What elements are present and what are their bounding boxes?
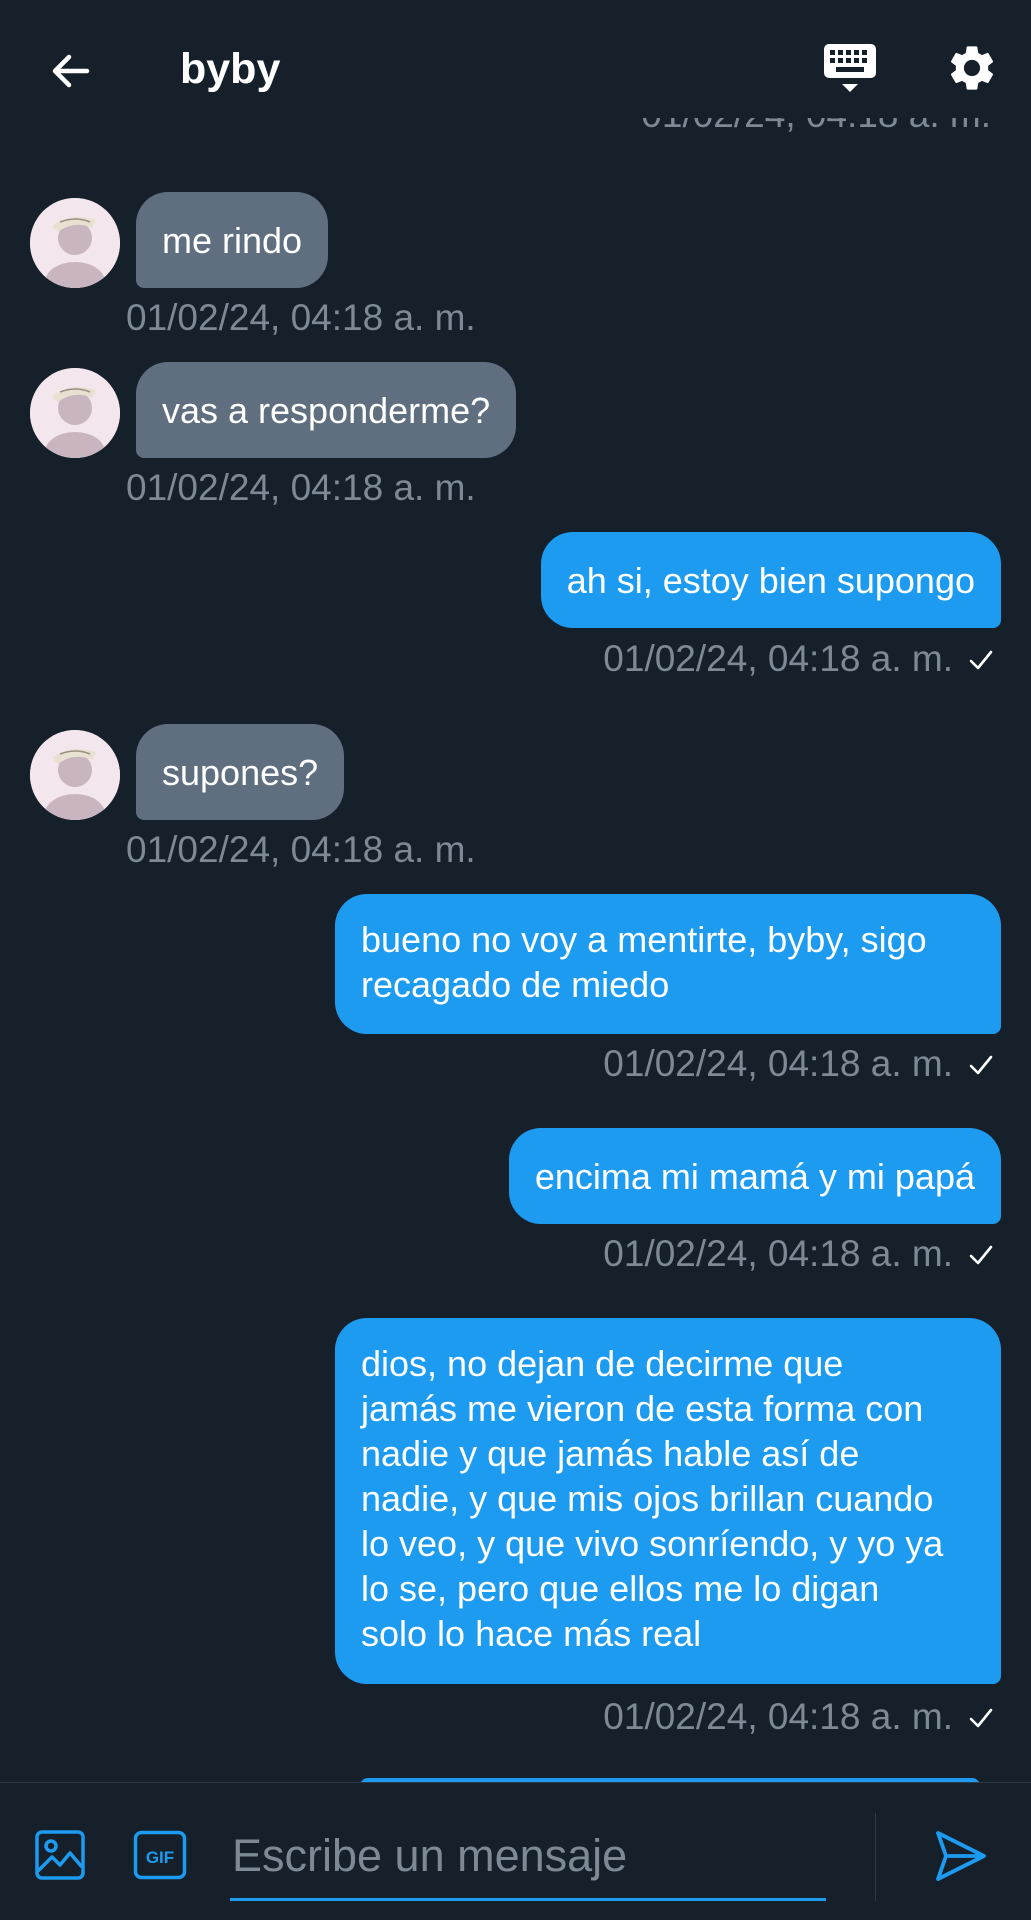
message-timestamp: 01/02/24, 04:18 a. m. bbox=[126, 467, 476, 508]
message-list[interactable]: me rindo 01/02/24, 04:18 a. m. vas a res… bbox=[0, 138, 1031, 1782]
check-icon bbox=[969, 1245, 993, 1265]
composer-divider bbox=[875, 1813, 876, 1901]
message-input[interactable] bbox=[230, 1813, 826, 1901]
check-icon bbox=[969, 1055, 993, 1075]
incoming-message-bubble[interactable]: supones? bbox=[136, 724, 345, 820]
message-text: bueno no voy a mentirte, byby, sigo reca… bbox=[361, 919, 927, 1005]
message-timestamp: 01/02/24, 04:18 a. m. bbox=[603, 1696, 953, 1737]
keyboard-button[interactable] bbox=[818, 36, 882, 100]
avatar-image bbox=[30, 198, 120, 288]
settings-button[interactable] bbox=[940, 36, 1004, 100]
message-timestamp: 01/02/24, 04:18 a. m. bbox=[603, 1043, 953, 1084]
back-arrow-icon bbox=[52, 54, 90, 88]
message-timestamp: 01/02/24, 04:18 a. m. bbox=[603, 638, 953, 679]
message-timestamp: 01/02/24, 04:18 a. m. bbox=[603, 1233, 953, 1274]
outgoing-message-bubble[interactable]: dios, no dejan de decirme que jamás me v… bbox=[335, 1318, 1001, 1684]
message-text: vas a responderme? bbox=[162, 389, 491, 431]
svg-text:GIF: GIF bbox=[146, 1848, 174, 1867]
conversation-title[interactable]: byby bbox=[180, 40, 280, 98]
gif-icon[interactable]: GIF bbox=[133, 1830, 187, 1880]
image-icon[interactable] bbox=[34, 1829, 86, 1881]
outgoing-message-bubble[interactable]: ah si, estoy bien supongo bbox=[540, 532, 1001, 628]
message-timestamp: 01/02/24, 04:18 a. m. bbox=[126, 829, 476, 870]
check-icon bbox=[969, 650, 993, 670]
gear-icon bbox=[950, 46, 994, 90]
incoming-message-bubble[interactable]: me rindo bbox=[136, 192, 329, 288]
keyboard-icon bbox=[824, 44, 876, 92]
avatar[interactable] bbox=[30, 730, 120, 820]
chat-header: byby 01/02/24, 04:18 a. m. bbox=[0, 0, 1031, 138]
message-text: encima mi mamá y mi papá bbox=[534, 1155, 975, 1197]
message-timestamp: 01/02/24, 04:18 a. m. bbox=[126, 297, 476, 338]
outgoing-message-bubble[interactable]: encima mi mamá y mi papá bbox=[508, 1128, 1001, 1224]
message-text: me rindo bbox=[162, 219, 303, 261]
avatar[interactable] bbox=[30, 198, 120, 288]
back-button[interactable] bbox=[36, 36, 106, 106]
message-text: ah si, estoy bien supongo bbox=[566, 559, 975, 601]
avatar-image bbox=[30, 730, 120, 820]
message-text: dios, no dejan de decirme que jamás me v… bbox=[361, 1343, 944, 1654]
send-icon[interactable] bbox=[932, 1827, 990, 1885]
incoming-message-bubble[interactable]: vas a responderme? bbox=[136, 362, 517, 458]
scrolled-timestamp: 01/02/24, 04:18 a. m. bbox=[641, 118, 991, 140]
check-icon bbox=[969, 1708, 993, 1728]
message-text: supones? bbox=[162, 751, 319, 793]
outgoing-message-bubble[interactable]: bueno no voy a mentirte, byby, sigo reca… bbox=[335, 894, 1001, 1034]
message-composer: GIF bbox=[0, 1782, 1031, 1920]
avatar[interactable] bbox=[30, 368, 120, 458]
avatar-image bbox=[30, 368, 120, 458]
